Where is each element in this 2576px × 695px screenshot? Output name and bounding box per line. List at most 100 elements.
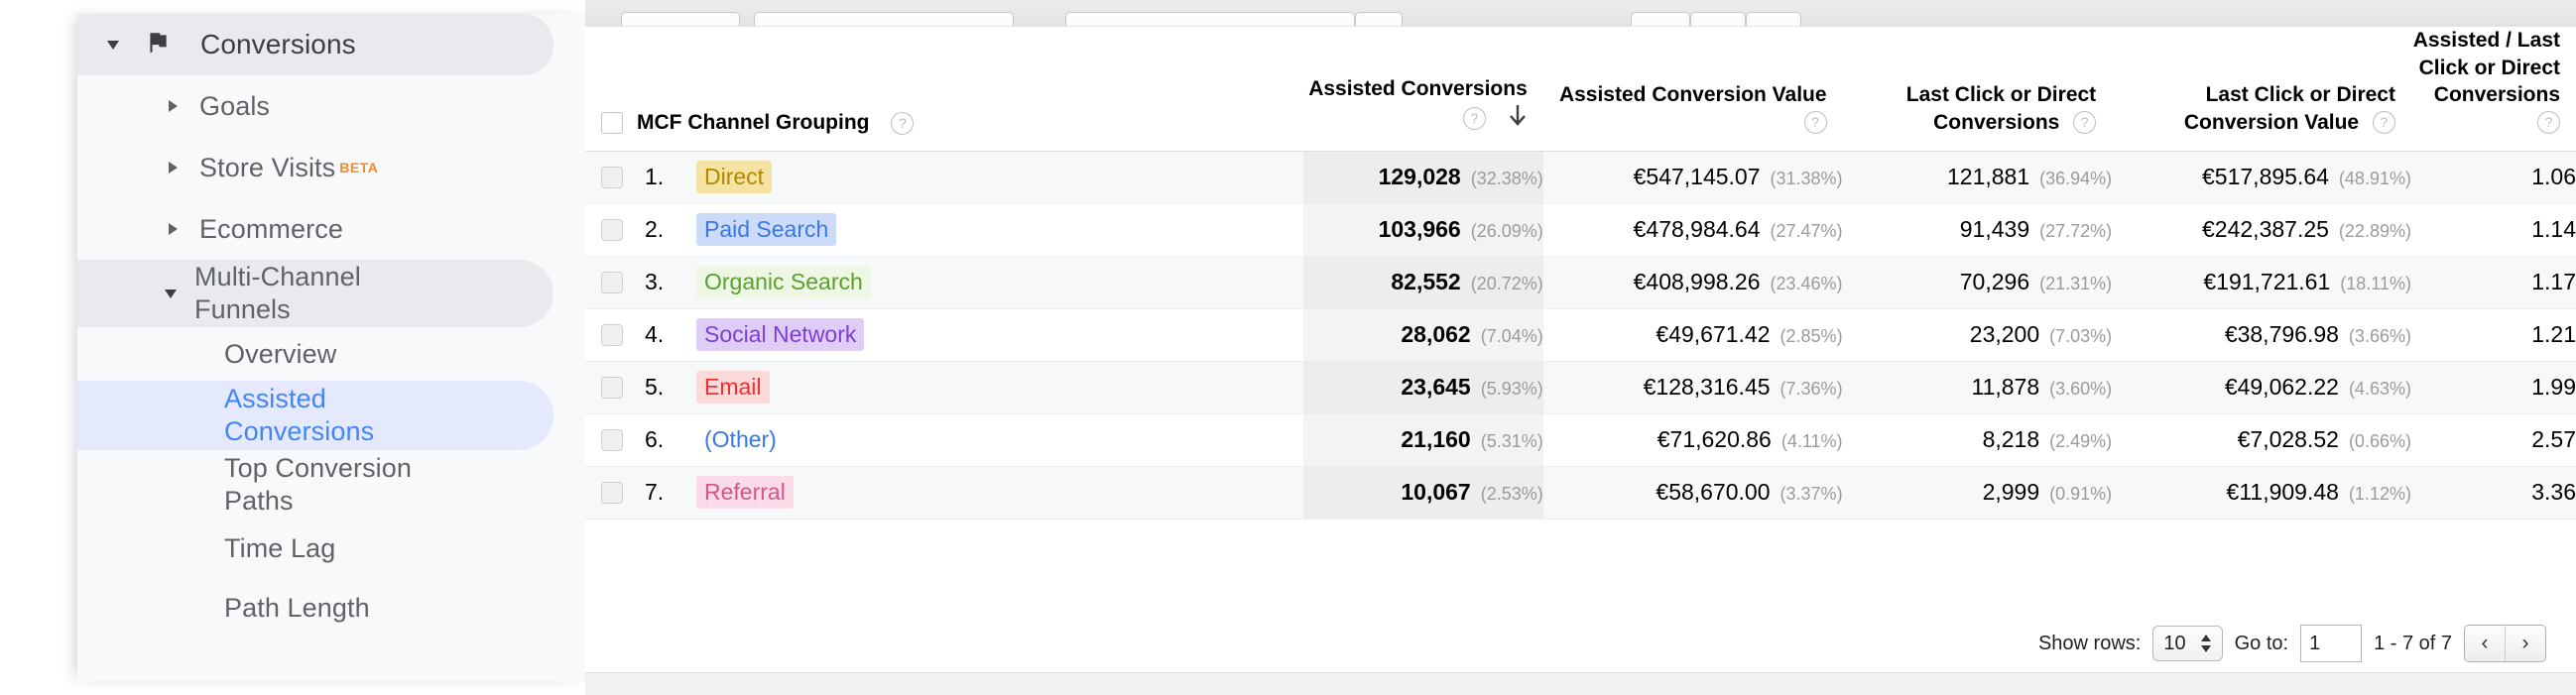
row-checkbox[interactable] — [601, 481, 623, 504]
cell-last-click-conversion-value: €242,387.25 (22.89%) — [2112, 203, 2411, 257]
row-checkbox[interactable] — [601, 428, 623, 451]
chevron-down-icon[interactable] — [107, 40, 119, 50]
cell-assisted-conversions: 23,645 (5.93%) — [1303, 361, 1543, 414]
column-header-last-click-conversion-value[interactable]: Last Click or Direct Conversion Value ? — [2112, 27, 2411, 152]
metric-percent: (0.66%) — [2348, 431, 2411, 452]
chevron-right-icon[interactable] — [169, 162, 178, 174]
row-checkbox[interactable] — [601, 218, 623, 241]
rows-per-page-select[interactable]: 10 — [2152, 626, 2223, 661]
sidebar-item-label: Time Lag — [224, 532, 336, 563]
cell-last-click-conversion-value: €191,721.61 (18.11%) — [2112, 256, 2411, 309]
cell-last-click-conversions: 8,218 (2.49%) — [1842, 413, 2113, 467]
metric-percent: (26.09%) — [1470, 221, 1543, 242]
row-checkbox[interactable] — [601, 323, 623, 346]
column-header-last-click-conversions[interactable]: Last Click or Direct Conversions ? — [1842, 27, 2113, 152]
flag-icon — [145, 30, 171, 60]
cell-last-click-conversion-value: €49,062.22 (4.63%) — [2112, 361, 2411, 414]
metric-percent: (36.94%) — [2039, 169, 2113, 189]
sidebar-item-conversions[interactable]: Conversions — [77, 14, 585, 75]
sidebar-item-goals[interactable]: Goals — [77, 75, 585, 137]
metric-value: 28,062 — [1401, 321, 1471, 348]
sidebar-item-ecommerce[interactable]: Ecommerce — [77, 198, 585, 260]
stepper-arrows-icon[interactable] — [2200, 634, 2212, 653]
channel-label[interactable]: Organic Search — [696, 266, 871, 299]
row-checkbox[interactable] — [601, 166, 623, 188]
channel-label[interactable]: Email — [696, 371, 770, 405]
metric-percent: (3.60%) — [2049, 379, 2113, 400]
chevron-right-icon[interactable] — [169, 223, 178, 235]
metric-value: 2.57 — [2531, 426, 2576, 453]
report-table-container: MCF Channel Grouping ? Assisted Conversi… — [585, 26, 2576, 673]
channel-label[interactable]: Paid Search — [696, 213, 837, 247]
table-row[interactable]: 5. Email 23,645 (5.93%) €128,316.45 (7.36%) 11… — [585, 361, 2576, 414]
report-main-panel: MCF Channel Grouping ? Assisted Conversi… — [585, 0, 2576, 695]
channel-label[interactable]: Direct — [696, 161, 773, 194]
table-row[interactable]: 3. Organic Search 82,552 (20.72%) €408,998.2… — [585, 256, 2576, 309]
select-all-checkbox[interactable] — [601, 112, 623, 135]
help-icon[interactable]: ? — [2372, 111, 2395, 135]
sidebar-item-multi-channel-funnels[interactable]: Multi-Channel Funnels — [77, 260, 585, 327]
cell-assisted-conversions: 82,552 (20.72%) — [1303, 256, 1543, 309]
help-icon[interactable]: ? — [891, 111, 915, 135]
channel-label[interactable]: (Other) — [696, 423, 785, 456]
row-index: 7. — [645, 479, 665, 506]
metric-percent: (4.11%) — [1780, 431, 1843, 452]
cell-assisted-conversion-value: €128,316.45 (7.36%) — [1542, 361, 1843, 414]
left-navigation-sidebar: Conversions Goals Store Visits BETA Ecom… — [77, 14, 585, 681]
table-row[interactable]: 7. Referral 10,067 (2.53%) €58,670.00 (3.37%)… — [585, 466, 2576, 520]
metric-percent: (20.72%) — [1470, 274, 1543, 294]
metric-percent: (23.46%) — [1770, 274, 1843, 294]
chevron-right-icon[interactable] — [169, 100, 178, 112]
row-checkbox[interactable] — [601, 376, 623, 399]
column-header-assisted-conversion-value[interactable]: Assisted Conversion Value ? — [1542, 27, 1843, 152]
metric-value: €7,028.52 — [2237, 426, 2339, 453]
chevron-down-icon[interactable] — [165, 289, 177, 298]
metric-value: €191,721.61 — [2203, 269, 2331, 295]
metric-percent: (3.37%) — [1779, 484, 1843, 505]
prev-page-button[interactable]: ‹ — [2465, 626, 2505, 661]
column-header-dimension[interactable]: MCF Channel Grouping ? — [585, 27, 1304, 152]
sidebar-item-time-lag[interactable]: Time Lag — [77, 520, 585, 577]
arrow-down-icon[interactable] — [1508, 103, 1528, 137]
help-icon[interactable]: ? — [2073, 111, 2097, 135]
table-row[interactable]: 1. Direct 129,028 (32.38%) €547,145.07 (31.38… — [585, 151, 2576, 204]
row-checkbox[interactable] — [601, 271, 623, 293]
sidebar-item-path-length[interactable]: Path Length — [77, 577, 585, 638]
metric-value: 1.14 — [2531, 216, 2576, 243]
column-header-label: Assisted / Last Click or Direct Conversi… — [2412, 29, 2560, 107]
row-index: 4. — [645, 321, 665, 348]
metric-value: 82,552 — [1391, 269, 1461, 295]
cell-assisted-conversions: 10,067 (2.53%) — [1303, 466, 1543, 520]
sidebar-item-assisted-conversions[interactable]: Assisted Conversions — [77, 381, 585, 450]
sidebar-item-store-visits[interactable]: Store Visits BETA — [77, 137, 585, 198]
sidebar-item-top-conversion-paths[interactable]: Top Conversion Paths — [77, 450, 585, 520]
cell-last-click-conversions: 11,878 (3.60%) — [1842, 361, 2113, 414]
table-row[interactable]: 4. Social Network 28,062 (7.04%) €49,671.42 (… — [585, 308, 2576, 362]
metric-percent: (7.04%) — [1480, 326, 1543, 347]
channel-label[interactable]: Referral — [696, 476, 794, 510]
metric-value: €408,998.26 — [1633, 269, 1761, 295]
metric-value: 1.21 — [2531, 321, 2576, 348]
next-page-button[interactable]: › — [2505, 626, 2545, 661]
metric-percent: (18.11%) — [2340, 274, 2411, 294]
metric-percent: (0.91%) — [2049, 484, 2113, 505]
table-row[interactable]: 2. Paid Search 103,966 (26.09%) €478,984.64 (… — [585, 203, 2576, 257]
sidebar-item-overview[interactable]: Overview — [77, 327, 585, 381]
column-header-label: Assisted Conversions — [1308, 77, 1528, 101]
app-root: Conversions Goals Store Visits BETA Ecom… — [0, 0, 2576, 695]
metric-value: €11,909.48 — [2226, 479, 2339, 506]
column-header-assisted-conversions[interactable]: Assisted Conversions ? — [1303, 27, 1543, 152]
column-header-ratio[interactable]: Assisted / Last Click or Direct Conversi… — [2410, 27, 2576, 152]
goto-page-input[interactable]: 1 — [2300, 625, 2363, 662]
metric-value: 3.36 — [2531, 479, 2576, 506]
sidebar-item-label: Conversions — [200, 28, 356, 59]
help-icon[interactable]: ? — [1803, 111, 1827, 135]
table-row[interactable]: 6. (Other) 21,160 (5.31%) €71,620.86 (4.11%) 8… — [585, 413, 2576, 467]
channel-label[interactable]: Social Network — [696, 318, 865, 352]
cell-assisted-conversion-value: €49,671.42 (2.85%) — [1542, 308, 1843, 362]
metric-percent: (2.53%) — [1480, 484, 1543, 505]
metric-percent: (27.72%) — [2039, 221, 2113, 242]
help-icon[interactable]: ? — [2537, 111, 2560, 135]
help-icon[interactable]: ? — [1462, 107, 1486, 131]
metric-value: €49,062.22 — [2224, 374, 2339, 401]
